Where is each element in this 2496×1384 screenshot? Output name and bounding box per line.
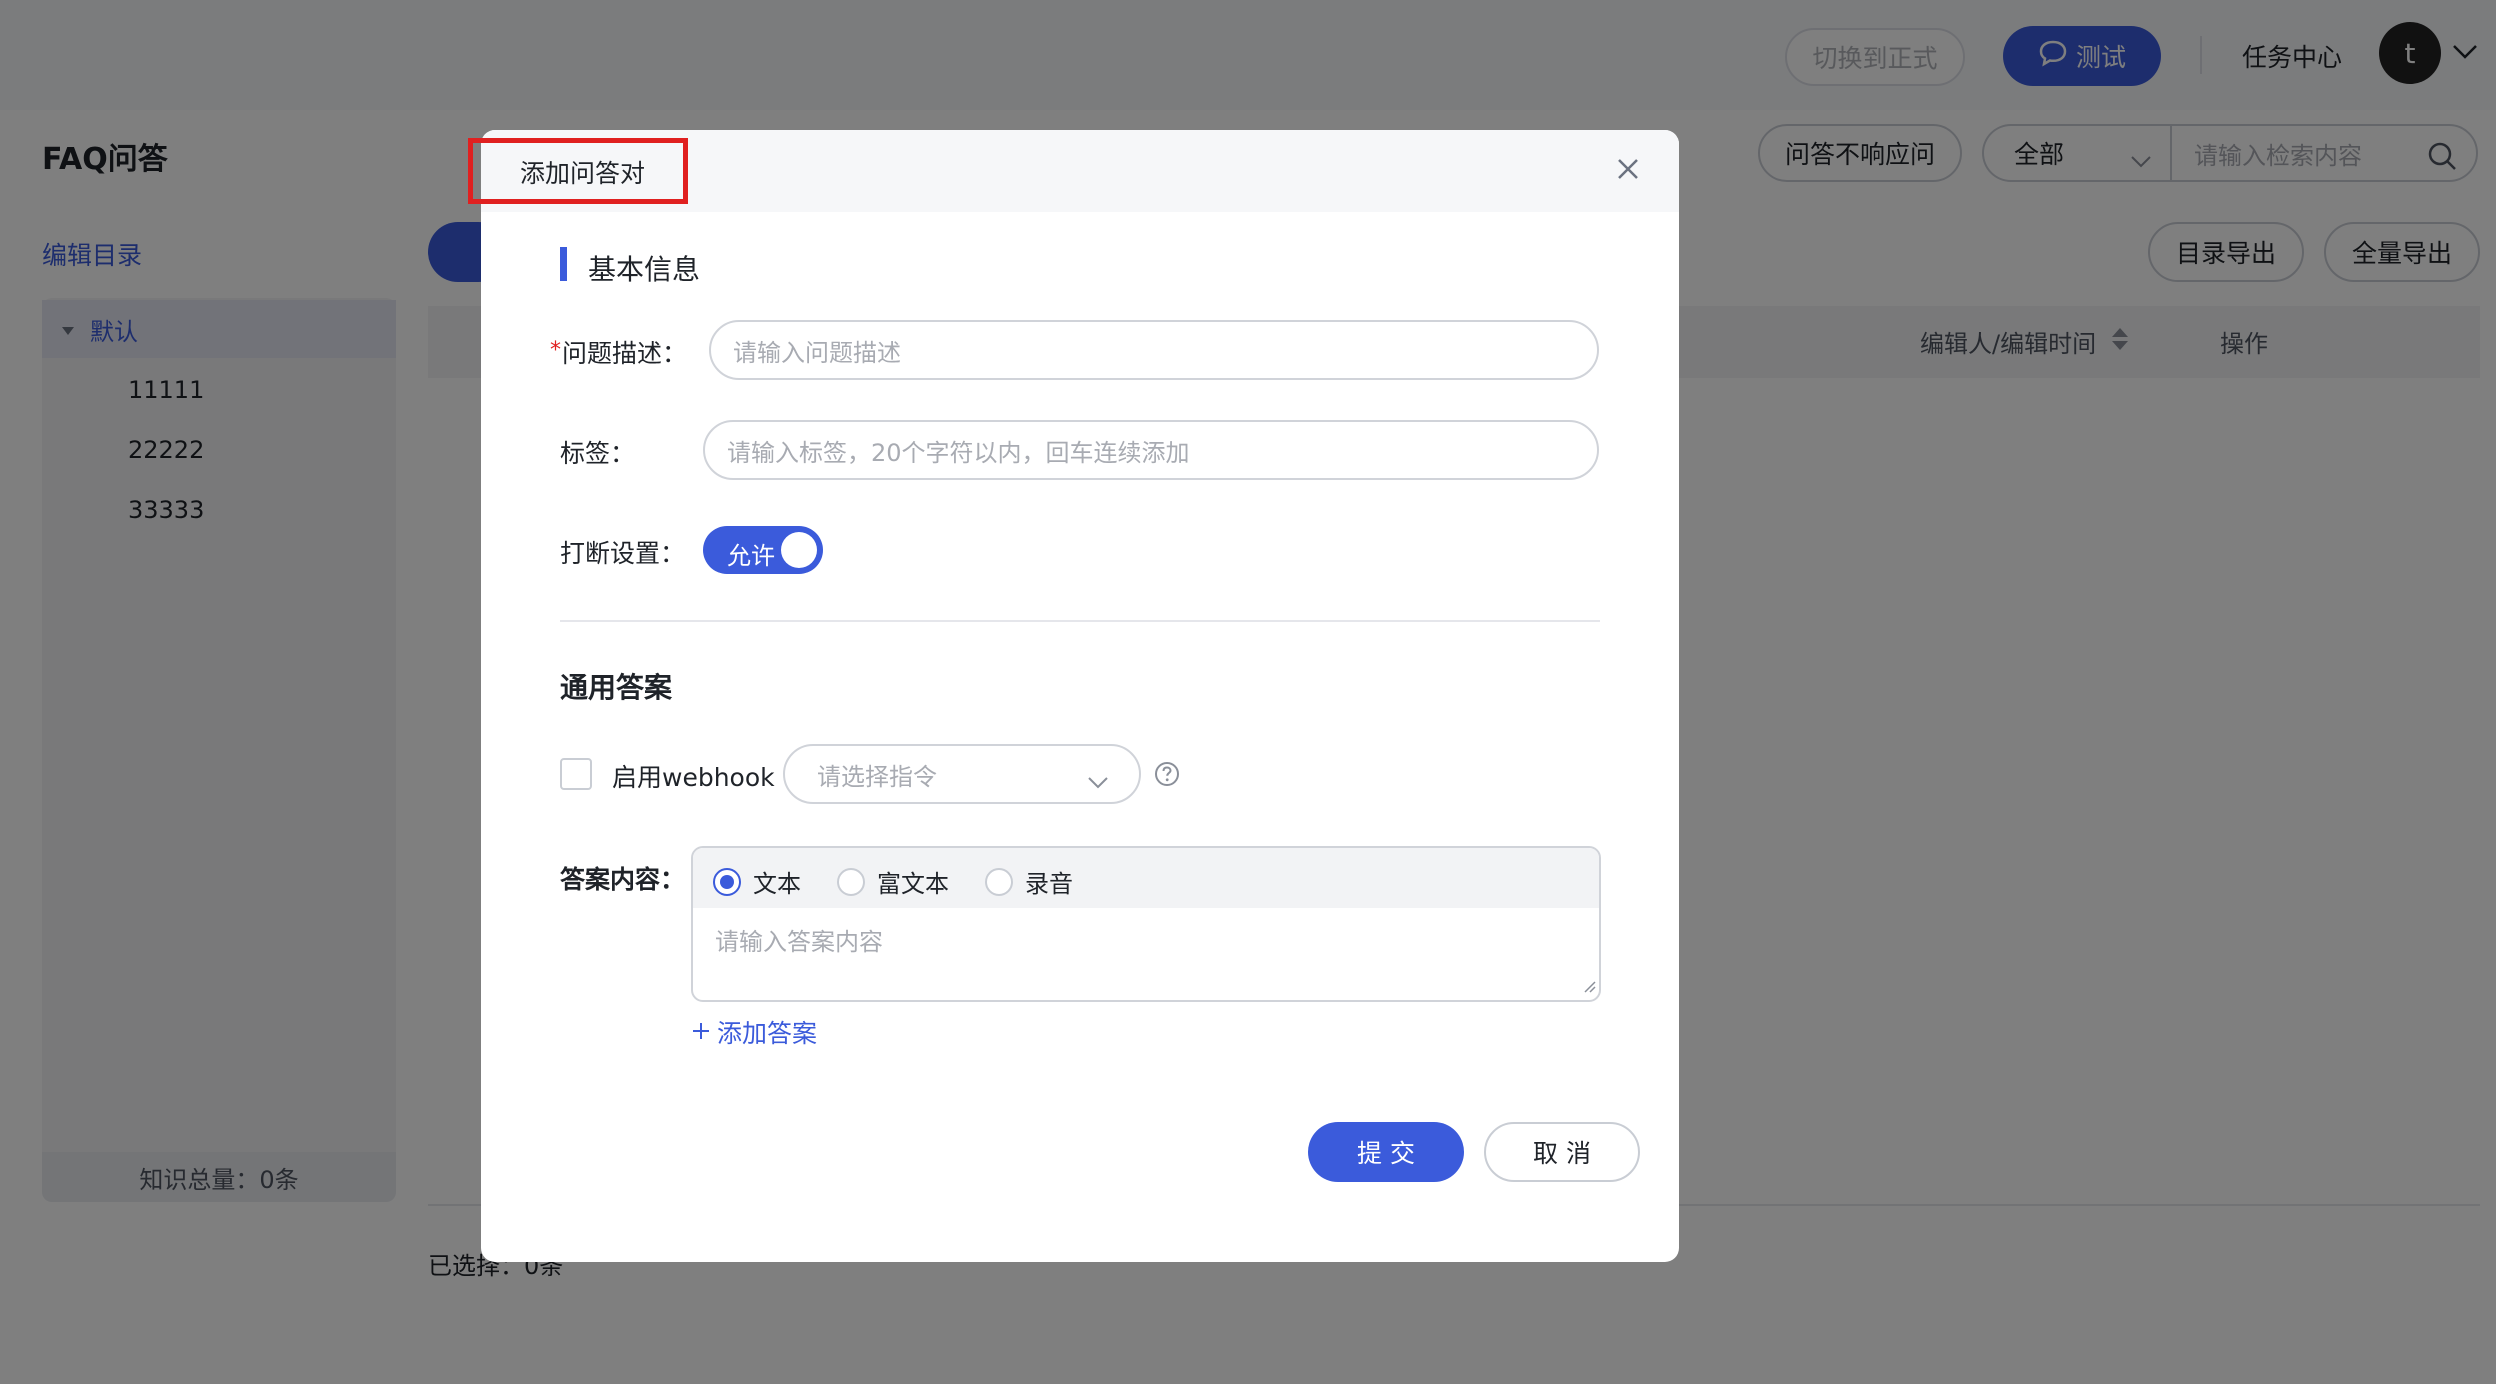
add-answer-label: 添加答案 — [717, 1019, 818, 1048]
answer-textarea[interactable]: 请输入答案内容 — [693, 908, 1599, 1000]
radio-text[interactable]: 文本 — [713, 864, 801, 899]
help-icon[interactable] — [1153, 760, 1181, 792]
title-highlight-box — [468, 138, 688, 204]
tag-label: 标签： — [560, 439, 636, 468]
tag-input-placeholder: 请输入标签，20个字符以内，回车连续添加 — [727, 438, 1190, 467]
cancel-button-label: 取 消 — [1533, 1139, 1591, 1168]
question-input[interactable]: 请输入问题描述 — [709, 320, 1599, 380]
radio-text-label: 文本 — [753, 870, 801, 898]
required-asterisk: * — [550, 338, 561, 363]
radio-recording-label: 录音 — [1025, 870, 1073, 898]
section-divider — [560, 620, 1600, 622]
cancel-button[interactable]: 取 消 — [1484, 1122, 1640, 1182]
webhook-checkbox[interactable] — [560, 758, 592, 790]
radio-unselected-icon — [985, 867, 1013, 896]
submit-button-label: 提 交 — [1357, 1139, 1415, 1168]
answer-label: 答案内容： — [560, 865, 686, 894]
submit-button[interactable]: 提 交 — [1308, 1122, 1464, 1182]
section-title-basic: 基本信息 — [588, 253, 701, 286]
webhook-label: 启用webhook — [612, 763, 775, 792]
tag-input[interactable]: 请输入标签，20个字符以内，回车连续添加 — [703, 420, 1599, 480]
question-input-placeholder: 请输入问题描述 — [733, 338, 901, 367]
answer-editor: 文本 富文本 录音 请输入答案内容 — [691, 846, 1601, 1002]
add-qa-dialog: 添加问答对 基本信息 * 问题描述： 请输入问题描述 标签： 请输入标签，20个… — [481, 130, 1679, 1262]
radio-unselected-icon — [837, 867, 865, 896]
answer-type-bar — [693, 848, 1599, 908]
resize-handle-icon[interactable] — [1581, 978, 1597, 998]
add-answer-link[interactable]: 添加答案 — [691, 1014, 817, 1050]
interrupt-toggle-label: 允许 — [727, 542, 775, 570]
section-bar — [560, 247, 567, 281]
radio-rich-text[interactable]: 富文本 — [837, 864, 949, 899]
chevron-down-icon — [1087, 768, 1109, 796]
section-title-answer: 通用答案 — [560, 671, 673, 704]
interrupt-label: 打断设置： — [560, 539, 686, 568]
radio-rich-text-label: 富文本 — [877, 870, 949, 898]
plus-icon — [691, 1018, 711, 1047]
toggle-knob — [781, 532, 817, 568]
radio-recording[interactable]: 录音 — [985, 864, 1073, 899]
command-select[interactable]: 请选择指令 — [783, 744, 1141, 804]
command-select-placeholder: 请选择指令 — [817, 762, 937, 791]
radio-selected-icon — [713, 867, 741, 896]
question-label: 问题描述： — [562, 339, 688, 368]
answer-textarea-placeholder: 请输入答案内容 — [715, 928, 883, 956]
interrupt-toggle[interactable]: 允许 — [703, 526, 823, 574]
close-icon[interactable] — [1615, 156, 1641, 186]
